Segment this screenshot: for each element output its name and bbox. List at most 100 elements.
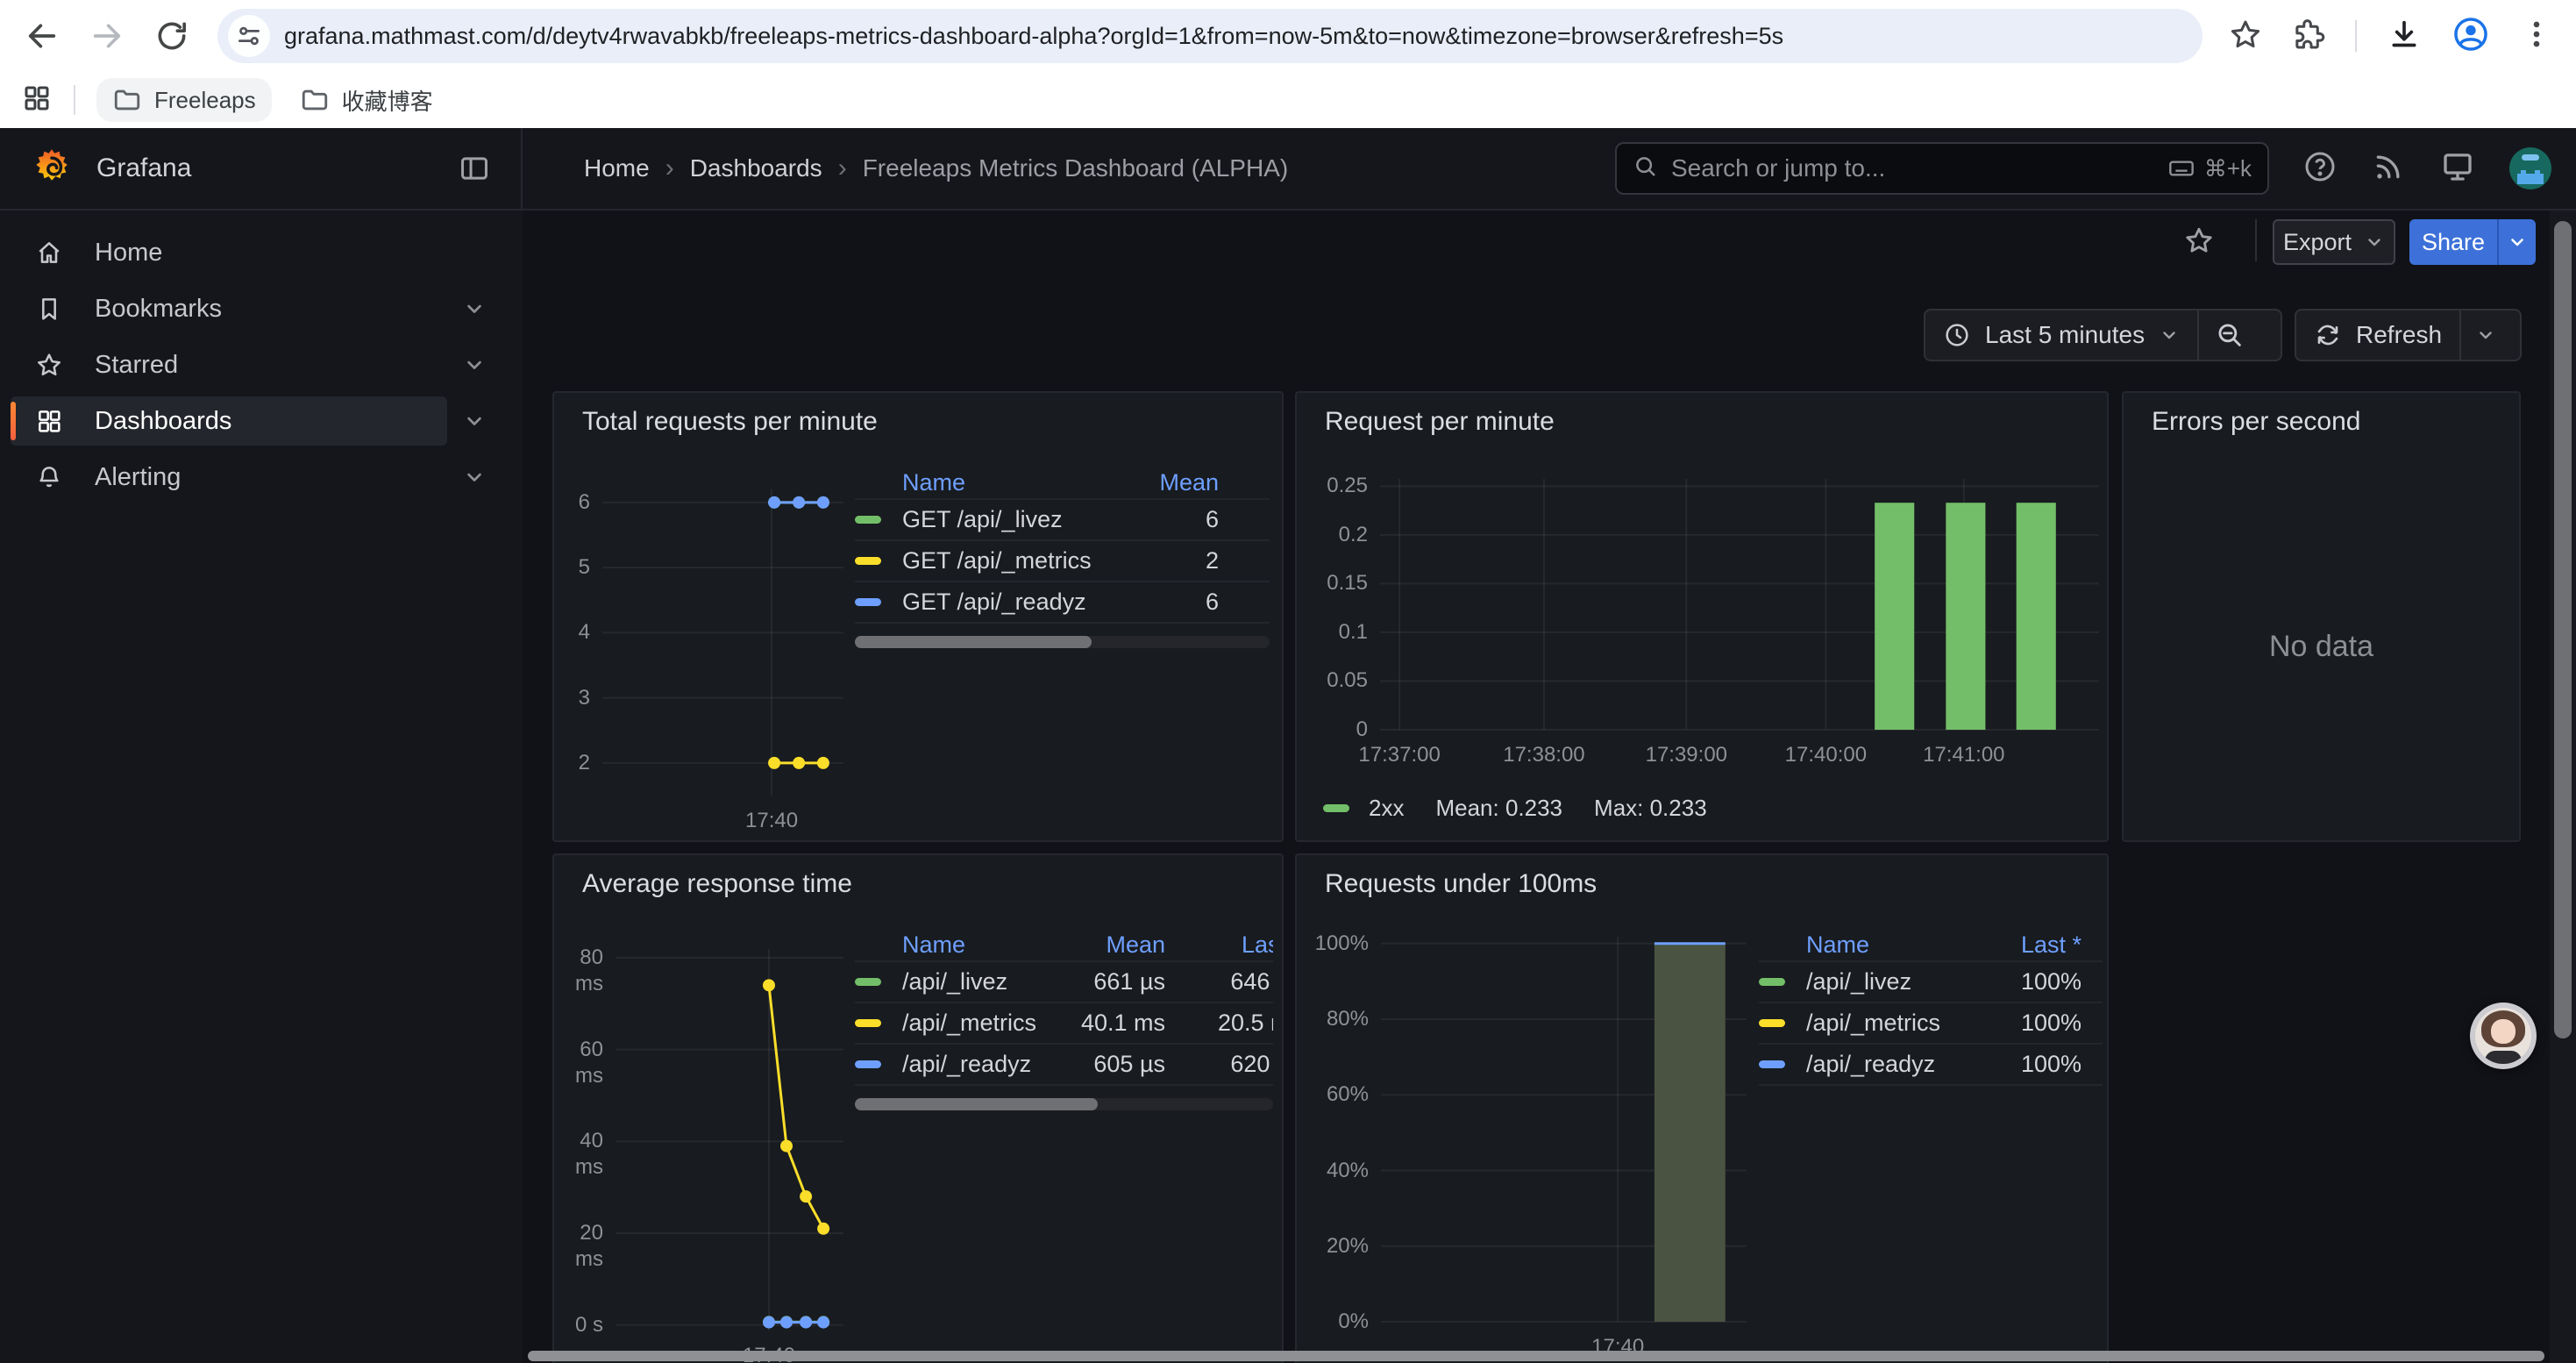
series-color-swatch[interactable] [1759,1019,1785,1027]
bookmark-star-icon[interactable] [2229,18,2262,55]
breadcrumb-home[interactable]: Home [584,154,650,182]
series-name[interactable]: GET /api/_livez [902,506,1114,533]
series-name[interactable]: GET /api/_readyz [902,589,1114,616]
panel-average-response-time[interactable]: Average response time 80 ms60 ms40 ms20 … [552,853,1284,1363]
series-color-swatch [1323,804,1349,812]
chevron-down-icon[interactable] [447,409,502,433]
series-color-swatch[interactable] [855,1019,881,1027]
legend-header-mean[interactable]: Mean [1060,931,1165,959]
series-name[interactable]: 2xx [1369,795,1404,822]
chevron-down-icon[interactable] [447,465,502,489]
sidebar-toggle-icon[interactable] [458,152,491,185]
legend-header: Name Mean Last * [855,929,1273,962]
series-color-swatch[interactable] [855,1060,881,1068]
legend-row[interactable]: GET /api/_livez 6 [855,500,1270,541]
floating-assistant-avatar[interactable] [2470,1003,2537,1069]
bookmarks-divider [74,85,75,115]
legend-inline[interactable]: 2xx Mean: 0.233 Max: 0.233 [1323,795,1707,822]
legend-header-name[interactable]: Name [902,931,1060,959]
forward-icon[interactable] [88,17,126,55]
legend-scrollbar[interactable] [855,636,1270,648]
series-name[interactable]: /api/_metrics [902,1010,1060,1037]
sidebar-item-bookmarks[interactable]: Bookmarks [0,281,502,337]
series-name[interactable]: /api/_livez [902,968,1060,995]
panel-total-requests[interactable]: Total requests per minute 6543217:40 Nam… [552,391,1284,842]
time-range-picker[interactable]: Last 5 minutes [1925,310,2197,360]
legend-row[interactable]: /api/_livez 661 µs 646 µs [855,962,1273,1003]
url-input[interactable] [284,23,2194,50]
legend-row[interactable]: /api/_livez 100% [1759,962,2103,1003]
series-color-swatch[interactable] [1759,978,1785,986]
bookmark-icon [35,295,63,323]
legend-header-name[interactable]: Name [902,469,1114,496]
reload-icon[interactable] [153,17,191,55]
search-field[interactable] [1671,154,2155,182]
chevron-down-icon[interactable] [447,353,502,377]
profile-icon[interactable] [2451,15,2490,58]
monitor-kiosk-icon[interactable] [2439,148,2476,189]
bookmark-folder-blogs[interactable]: 收藏博客 [284,77,449,124]
zoom-out-icon [2215,320,2245,350]
sidebar-item-home[interactable]: Home [0,225,502,281]
grafana-logo[interactable] [30,145,74,193]
legend-row[interactable]: GET /api/_readyz 6 [855,582,1270,624]
apps-grid-icon[interactable] [21,82,53,118]
zoom-out-button[interactable] [2199,310,2260,360]
site-settings-icon[interactable] [228,15,270,57]
series-color-swatch[interactable] [855,557,881,565]
chevron-down-icon[interactable] [447,296,502,321]
refresh-button[interactable]: Refresh [2296,310,2459,360]
sidebar-item-alerting[interactable]: Alerting [0,449,502,505]
browser-toolbar [0,0,2576,72]
dashboard-star-icon[interactable] [2183,225,2215,260]
series-name[interactable]: /api/_livez [1806,968,1976,995]
user-avatar[interactable] [2509,147,2551,189]
legend-row[interactable]: GET /api/_metrics 2 [855,541,1270,582]
export-button[interactable]: Export [2273,219,2395,265]
sidebar-item-dashboards[interactable]: Dashboards [0,393,502,449]
legend-row[interactable]: /api/_readyz 100% [1759,1045,2103,1086]
bookmark-folder-freeleaps[interactable]: Freeleaps [96,78,272,122]
news-rss-icon[interactable] [2371,149,2406,189]
legend-row[interactable]: /api/_readyz 605 µs 620 µs [855,1045,1273,1086]
refresh-group: Refresh [2295,309,2522,361]
legend-header-last[interactable]: Last * [1976,931,2103,959]
refresh-interval-button[interactable] [2461,310,2510,360]
series-color-swatch[interactable] [855,978,881,986]
browser-menu-icon[interactable] [2520,18,2553,55]
legend-header-last[interactable]: Last * [1165,931,1273,959]
chevron-down-icon [2507,232,2528,253]
share-button[interactable]: Share [2409,219,2497,265]
sidebar-item-starred[interactable]: Starred [0,337,502,393]
series-mean: 6 [1114,589,1270,616]
back-icon[interactable] [23,17,61,55]
series-name[interactable]: /api/_metrics [1806,1010,1976,1037]
legend-row[interactable]: /api/_metrics 100% [1759,1003,2103,1045]
panel-request-per-minute[interactable]: Request per minute 0.250.20.150.10.05017… [1295,391,2109,842]
legend-scrollbar[interactable] [855,1098,1273,1110]
download-icon[interactable] [2387,17,2422,56]
horizontal-scrollbar[interactable] [528,1351,2544,1361]
help-icon[interactable] [2302,149,2338,189]
search-input[interactable]: ⌘+k [1615,142,2269,195]
extensions-icon[interactable] [2292,18,2325,55]
url-bar[interactable] [217,9,2202,63]
grafana-app: Grafana Home › Dashboards › Freeleaps Me… [0,128,2576,1363]
series-name[interactable]: GET /api/_metrics [902,547,1114,574]
legend-header-name[interactable]: Name [1806,931,1976,959]
panel-title: Request per minute [1325,407,1555,437]
series-name[interactable]: /api/_readyz [1806,1051,1976,1078]
legend-header-mean[interactable]: Mean [1114,469,1270,496]
breadcrumb-dashboards[interactable]: Dashboards [690,154,822,182]
series-color-swatch[interactable] [855,516,881,524]
series-color-swatch[interactable] [855,598,881,606]
series-name[interactable]: /api/_readyz [902,1051,1060,1078]
series-last: 620 µs [1165,1051,1273,1078]
share-menu-button[interactable] [2497,219,2536,265]
legend-row[interactable]: /api/_metrics 40.1 ms 20.5 ms [855,1003,1273,1045]
series-mean: 40.1 ms [1060,1010,1165,1037]
panel-errors-per-second[interactable]: Errors per second No data [2122,391,2521,842]
series-color-swatch[interactable] [1759,1060,1785,1068]
panel-requests-under-100ms[interactable]: Requests under 100ms 100%80%60%40%20%0%1… [1295,853,2109,1363]
vertical-scrollbar[interactable] [2554,221,2572,1038]
